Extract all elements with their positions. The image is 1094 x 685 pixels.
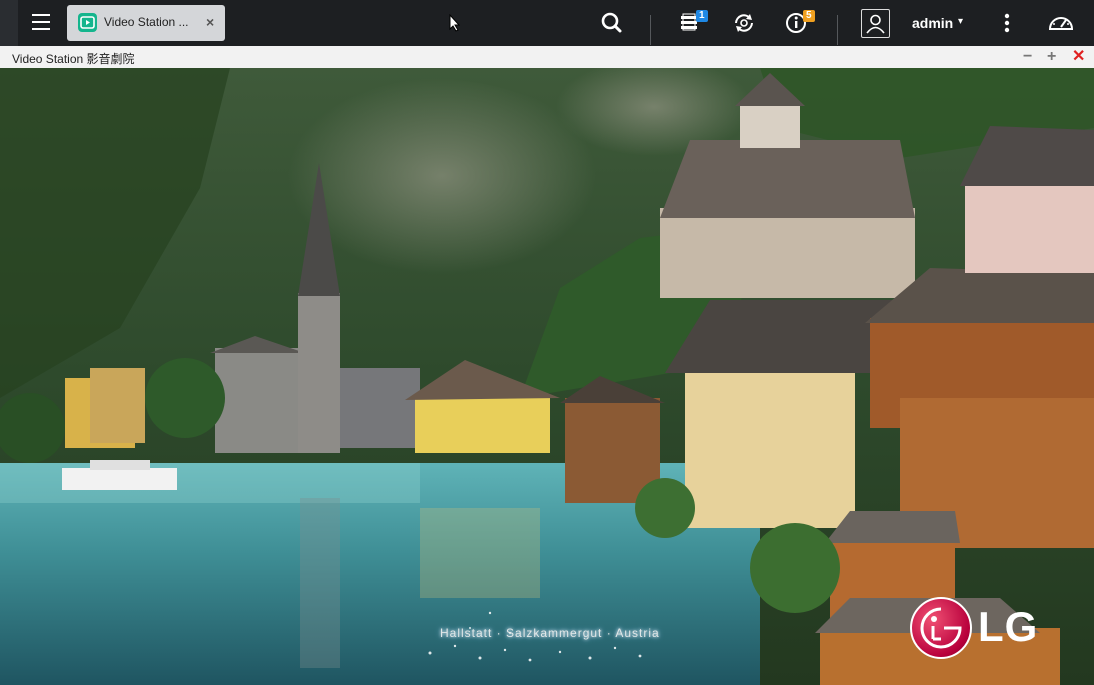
- chevron-down-icon[interactable]: ▾: [958, 16, 963, 27]
- mouse-cursor-icon: [449, 14, 461, 32]
- divider: [650, 15, 651, 45]
- video-station-icon: [78, 13, 97, 32]
- more-vertical-icon[interactable]: [993, 8, 1023, 38]
- sync-icon[interactable]: [729, 8, 759, 38]
- background-tasks-icon[interactable]: 1: [676, 8, 708, 38]
- lg-logo-text: LG: [978, 603, 1039, 650]
- tab-close-icon[interactable]: ×: [206, 14, 214, 30]
- user-avatar-icon[interactable]: [861, 9, 890, 38]
- notifications-count-badge: 5: [803, 10, 815, 22]
- left-edge-strip: [0, 0, 18, 46]
- search-icon[interactable]: [597, 8, 627, 38]
- top-bar: Video Station ... × 1 5 admin ▾: [0, 0, 1094, 46]
- lg-logo-emblem: [910, 597, 972, 659]
- lg-logo: LG: [910, 597, 1060, 659]
- tab-video-station[interactable]: Video Station ... ×: [67, 5, 225, 41]
- tasks-count-badge: 1: [696, 10, 708, 22]
- dashboard-gauge-icon[interactable]: [1046, 8, 1076, 38]
- minimize-icon[interactable]: −: [1023, 48, 1032, 66]
- video-player-area[interactable]: Hallstatt · Salzkammergut · Austria LG: [0, 68, 1094, 685]
- close-icon[interactable]: ✕: [1072, 48, 1085, 66]
- tab-label: Video Station ...: [104, 15, 189, 29]
- info-icon[interactable]: 5: [783, 8, 815, 38]
- maximize-icon[interactable]: +: [1047, 48, 1056, 66]
- window-title: Video Station 影音劇院: [12, 52, 135, 66]
- divider: [837, 15, 838, 45]
- hamburger-menu-icon[interactable]: [29, 10, 53, 34]
- user-name[interactable]: admin: [912, 15, 953, 31]
- video-caption: Hallstatt · Salzkammergut · Austria: [440, 626, 660, 640]
- video-frame-image: [0, 68, 1094, 685]
- window-title-bar[interactable]: Video Station 影音劇院 − + ✕: [0, 46, 1094, 69]
